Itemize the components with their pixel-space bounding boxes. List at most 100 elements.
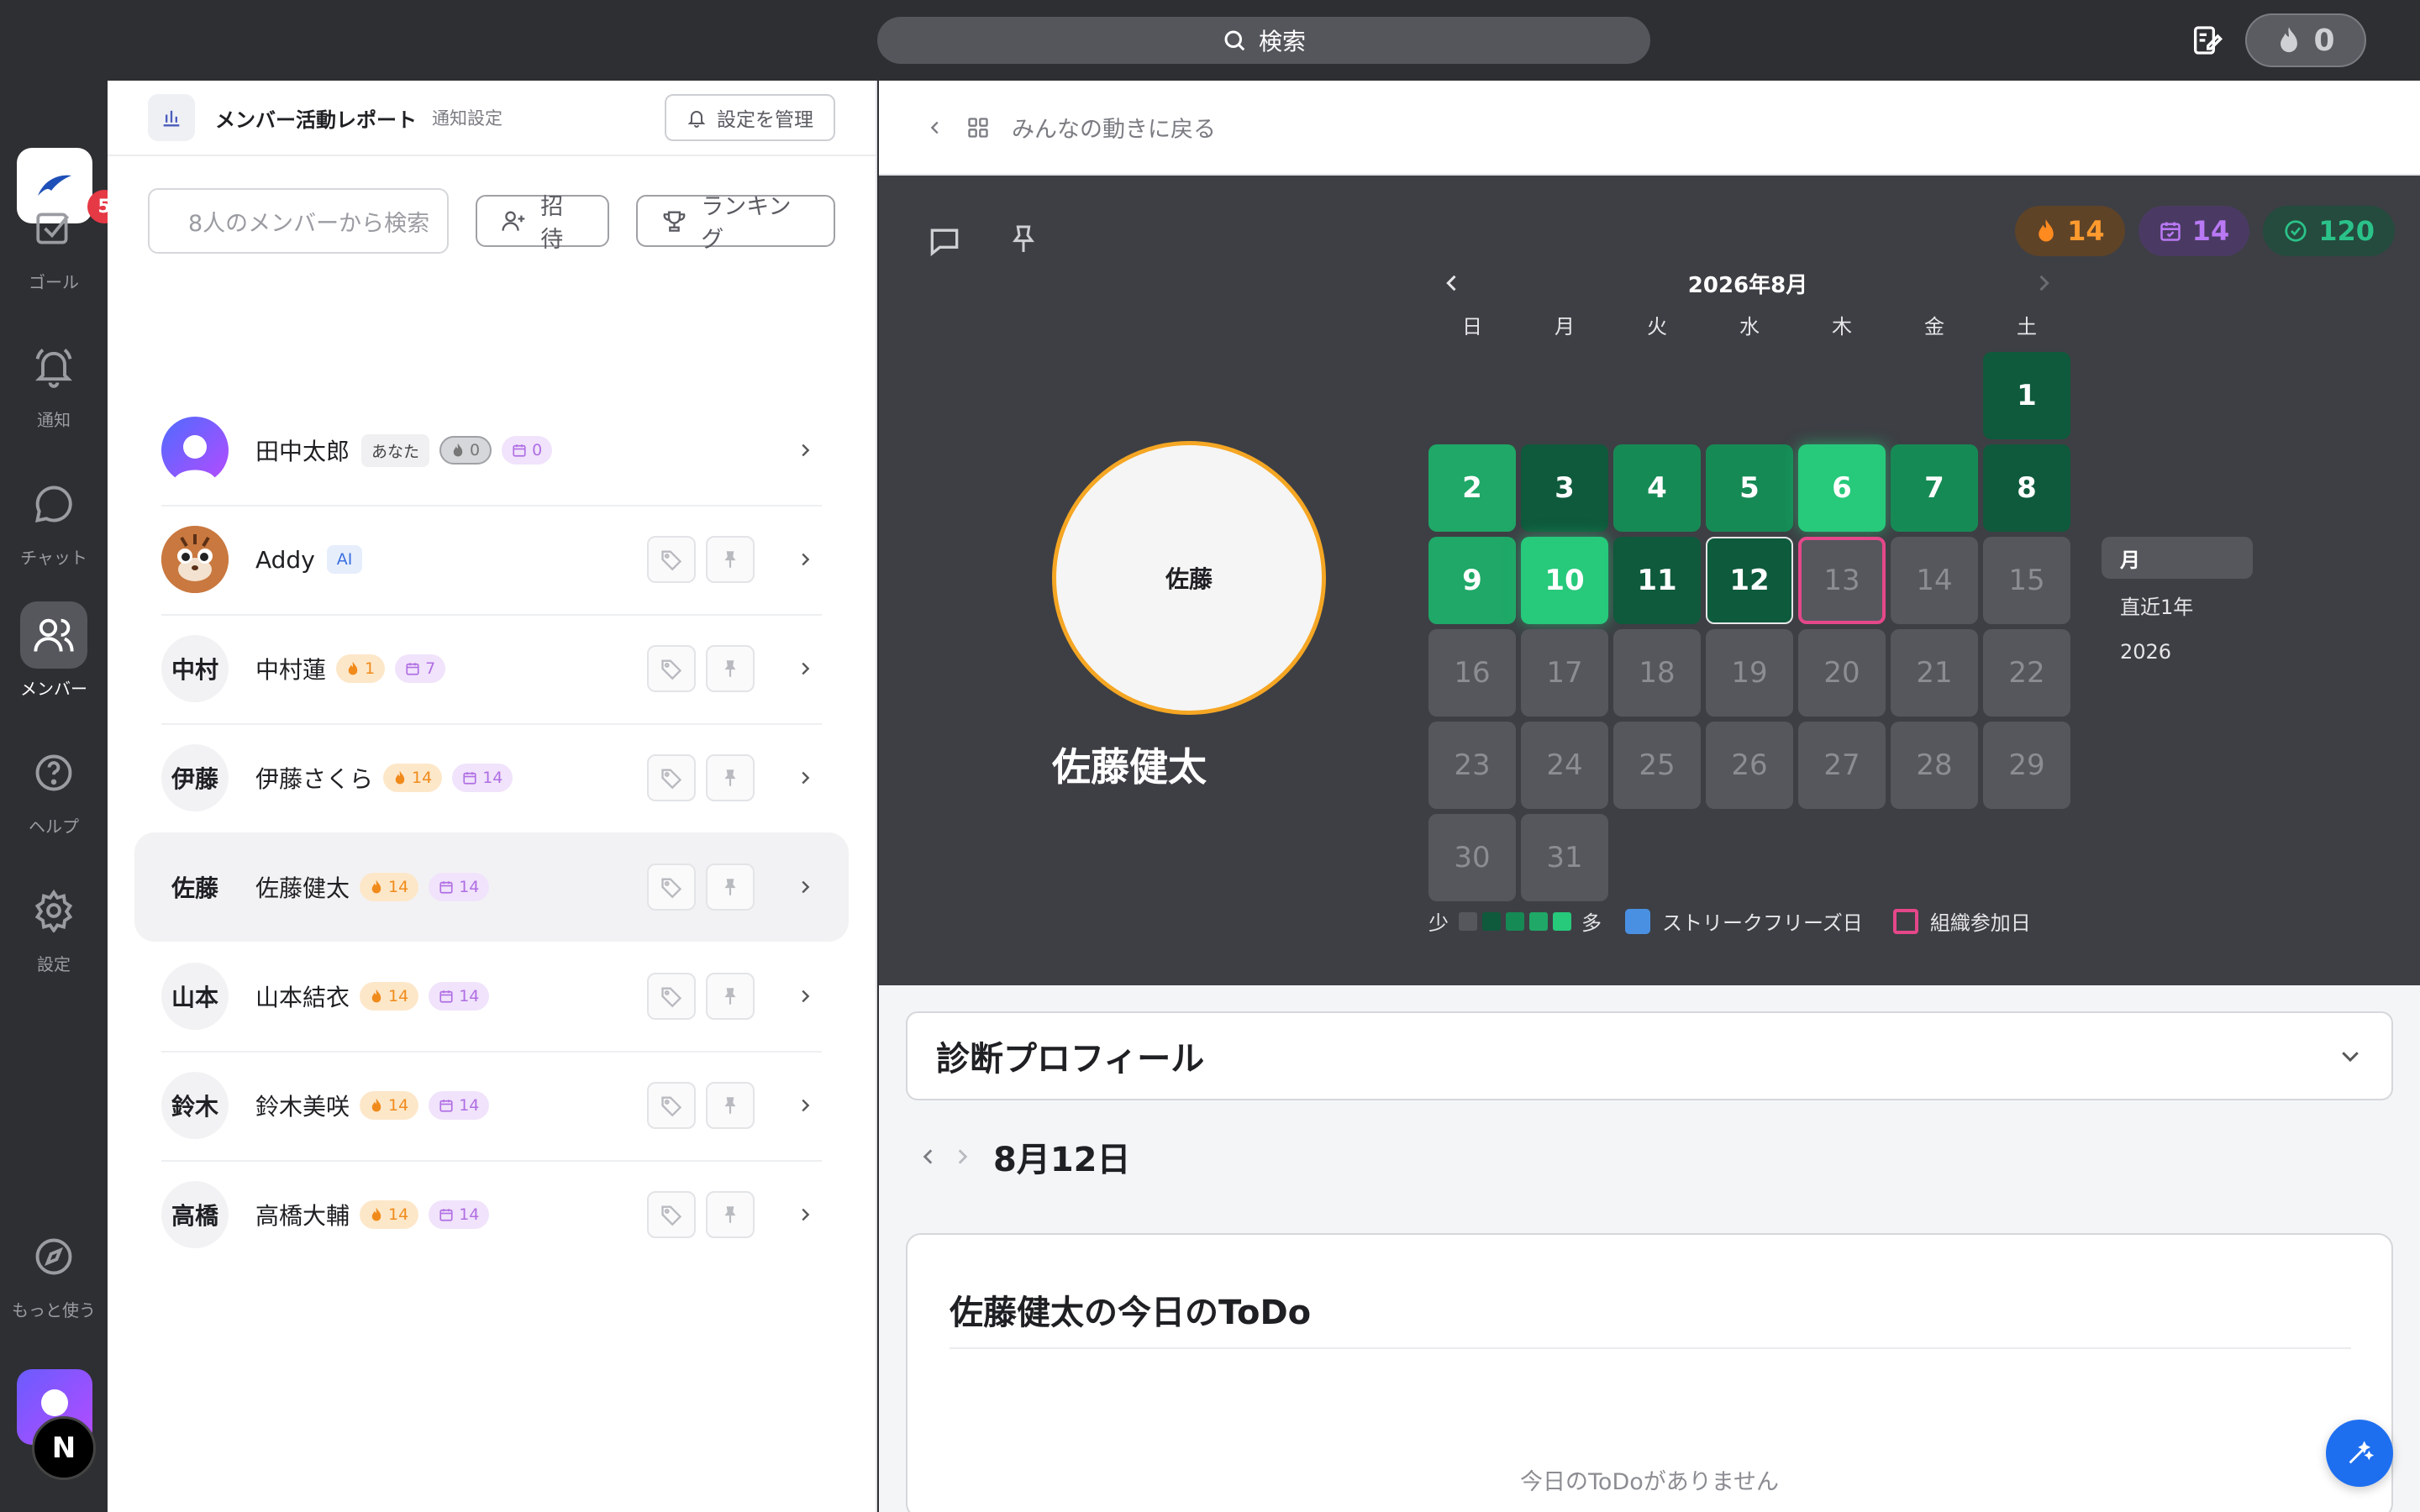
streak-value: 1 xyxy=(365,659,376,678)
calendar-day[interactable]: 5 xyxy=(1706,444,1793,532)
rail-help[interactable]: ヘルプ xyxy=(0,739,108,837)
calendar-day[interactable]: 4 xyxy=(1613,444,1701,532)
calendar-day[interactable]: 7 xyxy=(1891,444,1978,532)
calendar-day[interactable]: 10 xyxy=(1521,537,1608,624)
pin-icon xyxy=(724,1097,736,1114)
completed-stat[interactable]: 120 xyxy=(2263,206,2395,256)
streak-stat[interactable]: 14 xyxy=(2015,206,2125,256)
edit-note-icon[interactable] xyxy=(2190,24,2223,57)
chevron-right-icon[interactable] xyxy=(788,1205,822,1224)
calendar-day[interactable]: 20 xyxy=(1798,629,1886,717)
member-row[interactable]: 鈴木 鈴木美咲 14 14 xyxy=(134,1051,849,1160)
calendar-check-icon xyxy=(406,663,419,675)
tag-button[interactable] xyxy=(647,973,696,1020)
calendar-day[interactable]: 1 xyxy=(1983,352,2070,439)
calendar-day[interactable]: 26 xyxy=(1706,722,1793,809)
member-row[interactable]: 中村 中村蓮 1 7 xyxy=(134,614,849,723)
chevron-right-icon[interactable] xyxy=(788,769,822,787)
calendar-day[interactable]: 30 xyxy=(1428,814,1516,901)
calendar-day[interactable]: 25 xyxy=(1613,722,1701,809)
notification-settings-link[interactable]: 通知設定 xyxy=(432,105,502,130)
member-row[interactable]: 田中太郎 あなた 0 0 xyxy=(134,396,849,505)
manage-settings-button[interactable]: 設定を管理 xyxy=(665,94,835,141)
ranking-button[interactable]: ランキング xyxy=(636,194,835,253)
calendar-day[interactable]: 19 xyxy=(1706,629,1793,717)
pin-button[interactable] xyxy=(706,864,755,911)
calendar-day[interactable]: 27 xyxy=(1798,722,1886,809)
calendar-day[interactable]: 16 xyxy=(1428,629,1516,717)
calendar-day[interactable]: 12 xyxy=(1706,537,1793,624)
calendar-day[interactable]: 3 xyxy=(1521,444,1608,532)
chevron-right-icon[interactable] xyxy=(788,441,822,459)
pin-button[interactable] xyxy=(706,973,755,1020)
avatar: 鈴木 xyxy=(161,1072,229,1139)
tag-button[interactable] xyxy=(647,1191,696,1238)
help-icon xyxy=(35,754,72,791)
calendar-day[interactable]: 22 xyxy=(1983,629,2070,717)
pin-button[interactable] xyxy=(706,645,755,692)
calendar-day[interactable]: 11 xyxy=(1613,537,1701,624)
calendar-day[interactable]: 8 xyxy=(1983,444,2070,532)
calendar-day[interactable]: 28 xyxy=(1891,722,1978,809)
chevron-right-icon[interactable] xyxy=(788,987,822,1005)
diagnosis-profile-accordion[interactable]: 診断プロフィール xyxy=(906,1011,2393,1100)
pin-button[interactable] xyxy=(706,754,755,801)
calendar-day[interactable]: 24 xyxy=(1521,722,1608,809)
rail-chat[interactable]: チャット xyxy=(0,470,108,569)
date-next-icon[interactable] xyxy=(951,1146,973,1168)
rail-chat-label: チャット xyxy=(20,548,87,568)
ai-assist-button[interactable] xyxy=(2326,1420,2393,1487)
days-badge: 14 xyxy=(452,764,513,792)
rail-members[interactable]: メンバー xyxy=(0,601,108,700)
calendar-day[interactable]: 14 xyxy=(1891,537,1978,624)
pin-button[interactable] xyxy=(706,1191,755,1238)
calendar-day[interactable]: 15 xyxy=(1983,537,2070,624)
tab-month[interactable]: 月 xyxy=(2102,537,2253,579)
tab-last-year[interactable]: 直近1年 xyxy=(2102,584,2253,626)
global-search[interactable]: 検索 xyxy=(877,17,1650,64)
bell-icon xyxy=(34,349,73,388)
tag-button[interactable] xyxy=(647,864,696,911)
calendar-day[interactable]: 18 xyxy=(1613,629,1701,717)
tag-button[interactable] xyxy=(647,645,696,692)
member-row[interactable]: Addy AI xyxy=(134,505,849,614)
pin-button[interactable] xyxy=(706,1082,755,1129)
calendar-day[interactable]: 17 xyxy=(1521,629,1608,717)
message-icon[interactable] xyxy=(926,223,963,260)
calendar-day[interactable]: 21 xyxy=(1891,629,1978,717)
days-stat[interactable]: 14 xyxy=(2138,206,2250,256)
you-tag: あなた xyxy=(361,433,430,467)
calendar-day[interactable]: 23 xyxy=(1428,722,1516,809)
chevron-right-icon[interactable] xyxy=(788,659,822,678)
member-row[interactable]: 伊藤 伊藤さくら 14 14 xyxy=(134,723,849,832)
calendar-day[interactable]: 6 xyxy=(1798,444,1886,532)
invite-button[interactable]: 招待 xyxy=(476,194,610,253)
tag-button[interactable] xyxy=(647,1082,696,1129)
member-row[interactable]: 高橋 高橋大輔 14 14 xyxy=(134,1160,849,1269)
streak-pill[interactable]: 0 xyxy=(2245,13,2366,67)
member-search-input[interactable]: 8人のメンバーから検索 xyxy=(148,188,450,254)
member-row[interactable]: 山本 山本結衣 14 14 xyxy=(134,942,849,1051)
calendar-next-icon[interactable] xyxy=(2032,271,2055,295)
calendar-day[interactable]: 31 xyxy=(1521,814,1608,901)
calendar-day[interactable]: 29 xyxy=(1983,722,2070,809)
calendar-day[interactable]: 9 xyxy=(1428,537,1516,624)
rail-goals[interactable]: 5 ゴール xyxy=(0,190,121,293)
chevron-right-icon[interactable] xyxy=(788,1096,822,1115)
pin-button[interactable] xyxy=(706,536,755,583)
member-row-selected[interactable]: 佐藤 佐藤健太 14 14 xyxy=(134,832,849,942)
rail-settings[interactable]: 設定 xyxy=(0,877,108,975)
date-prev-icon[interactable] xyxy=(918,1146,939,1168)
account-initial[interactable]: N xyxy=(32,1416,96,1480)
tag-button[interactable] xyxy=(647,754,696,801)
tag-button[interactable] xyxy=(647,536,696,583)
rail-more[interactable]: もっと使う xyxy=(0,1223,108,1321)
pin-icon[interactable] xyxy=(1007,223,1040,256)
calendar-day[interactable]: 2 xyxy=(1428,444,1516,532)
tab-year-2026[interactable]: 2026 xyxy=(2102,631,2253,673)
chevron-right-icon[interactable] xyxy=(788,878,822,896)
calendar-day[interactable]: 13 xyxy=(1798,537,1886,624)
chevron-right-icon[interactable] xyxy=(788,550,822,569)
back-link[interactable]: みんなの動きに戻る xyxy=(879,81,2420,176)
rail-notifications[interactable]: 通知 xyxy=(0,333,108,431)
